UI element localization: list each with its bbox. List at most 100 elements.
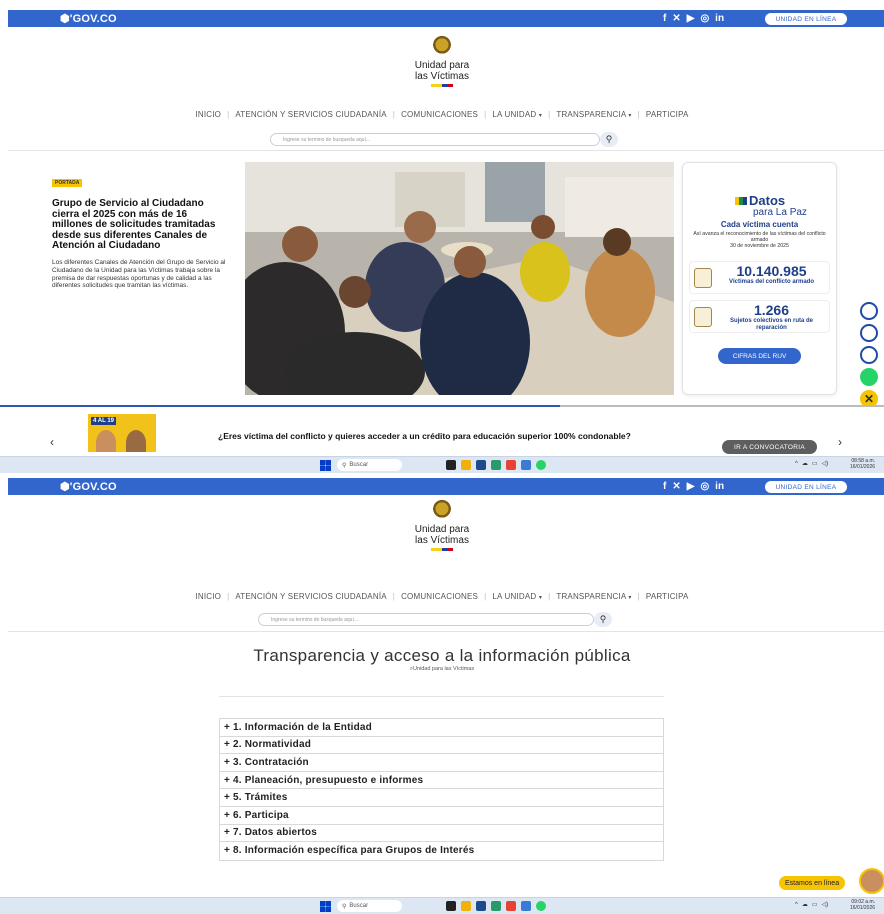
- ir-a-convocatoria-button[interactable]: IR A CONVOCATORIA: [722, 440, 817, 454]
- menu-item-inicio[interactable]: INICIO: [195, 592, 221, 601]
- store-icon[interactable]: [476, 901, 486, 911]
- brand-logo[interactable]: Unidad para las Víctimas: [0, 36, 884, 87]
- search-button[interactable]: ⚲: [600, 132, 618, 147]
- accordion-item-informacion-entidad[interactable]: + 1. Información de la Entidad: [220, 719, 663, 737]
- file-explorer-icon[interactable]: [461, 901, 471, 911]
- page-subtitle: ⌕Unidad para las Víctimas: [0, 666, 884, 673]
- youtube-icon[interactable]: ▶: [687, 481, 695, 492]
- social-links: f ✕ ▶ ◎ in: [663, 13, 724, 24]
- x-icon[interactable]: ✕: [672, 481, 680, 492]
- edge-icon[interactable]: [491, 901, 501, 911]
- edge-icon[interactable]: [491, 460, 501, 470]
- menu-item-participa[interactable]: PARTICIPA: [646, 592, 689, 601]
- bar-chart-icon: [735, 197, 747, 205]
- taskbar-clock[interactable]: 09:02 a.m. 16/01/2026: [850, 899, 875, 911]
- brand-line2: las Víctimas: [415, 535, 469, 546]
- menu-item-la-unidad[interactable]: LA UNIDAD ▾: [492, 592, 542, 601]
- task-view-icon[interactable]: [446, 901, 456, 911]
- chat-online-button[interactable]: Estamos en línea: [779, 876, 846, 890]
- facebook-icon[interactable]: f: [663, 13, 666, 24]
- sign-language-icon[interactable]: [860, 324, 878, 342]
- menu-separator: |: [392, 592, 396, 601]
- instagram-icon[interactable]: ◎: [700, 481, 709, 492]
- task-view-icon[interactable]: [446, 460, 456, 470]
- menu-item-transparencia[interactable]: TRANSPARENCIA ▾: [556, 592, 631, 601]
- accordion-item-participa[interactable]: + 6. Participa: [220, 807, 663, 825]
- unidad-en-linea-button[interactable]: UNIDAD EN LÍNEA: [765, 481, 847, 493]
- windows-start-icon[interactable]: [320, 460, 331, 471]
- chevron-up-icon: ^: [795, 460, 798, 467]
- taskbar-clock[interactable]: 08:58 a.m. 16/01/2026: [850, 458, 875, 470]
- chat-agent-avatar[interactable]: [859, 868, 884, 894]
- carousel-next-button[interactable]: ›: [838, 435, 842, 449]
- taskbar-search[interactable]: ⚲ Buscar: [337, 900, 402, 912]
- system-tray[interactable]: ^ ☁ ▭ ◁): [795, 460, 829, 468]
- taskbar-search[interactable]: ⚲ Buscar: [337, 459, 402, 471]
- carousel-text: ¿Eres víctima del conflicto y quieres ac…: [218, 431, 631, 441]
- unidad-en-linea-button[interactable]: UNIDAD EN LÍNEA: [765, 13, 847, 25]
- datos-para-la-paz-card: Datos para La Paz Cada víctima cuenta As…: [682, 162, 837, 395]
- convocatoria-image[interactable]: 4 AL 19: [88, 414, 156, 452]
- brand-logo[interactable]: Unidad para las Víctimas: [0, 500, 884, 551]
- chrome-icon[interactable]: [506, 901, 516, 911]
- datos-logo: Datos: [735, 193, 785, 208]
- outlook-icon[interactable]: [521, 460, 531, 470]
- main-menu: INICIO | ATENCIÓN Y SERVICIOS CIUDADANÍA |…: [0, 110, 884, 119]
- divider: [8, 631, 884, 632]
- search-input[interactable]: Ingrese su termino de busqueda aquí...: [258, 613, 594, 626]
- volume-icon: ◁): [821, 902, 829, 908]
- news-summary: Los diferentes Canales de Atención del G…: [52, 259, 226, 290]
- x-icon[interactable]: ✕: [672, 13, 680, 24]
- colombia-flag-stripe: [431, 84, 453, 87]
- heart-hands-icon[interactable]: [860, 302, 878, 320]
- chevron-down-icon: ▾: [538, 595, 543, 601]
- whatsapp-icon[interactable]: [860, 368, 878, 386]
- menu-item-la-unidad[interactable]: LA UNIDAD ▾: [492, 110, 542, 119]
- search-input[interactable]: Ingrese su termino de busqueda aquí...: [270, 133, 600, 146]
- system-tray[interactable]: ^ ☁ ▭ ◁): [795, 901, 829, 909]
- accordion-item-planeacion[interactable]: + 4. Planeación, presupuesto e informes: [220, 772, 663, 790]
- news-headline[interactable]: Grupo de Servicio al Ciudadano cierra el…: [52, 198, 230, 252]
- menu-item-label: TRANSPARENCIA: [556, 110, 626, 119]
- whatsapp-icon[interactable]: [536, 460, 546, 470]
- search-button[interactable]: ⚲: [594, 612, 612, 627]
- chrome-icon[interactable]: [506, 460, 516, 470]
- file-explorer-icon[interactable]: [461, 460, 471, 470]
- gov-top-bar: ⬢'GOV.CO f ✕ ▶ ◎ in UNIDAD EN LÍNEA: [8, 478, 884, 495]
- menu-item-atencion[interactable]: ATENCIÓN Y SERVICIOS CIUDADANÍA: [235, 592, 386, 601]
- windows-start-icon[interactable]: [320, 901, 331, 912]
- stat-number: 1.266: [753, 302, 790, 318]
- gov-co-logo[interactable]: ⬢'GOV.CO: [60, 480, 117, 493]
- onedrive-icon: ☁: [801, 461, 808, 467]
- menu-item-inicio[interactable]: INICIO: [195, 110, 221, 119]
- menu-item-transparencia[interactable]: TRANSPARENCIA ▾: [556, 110, 631, 119]
- chevron-down-icon: ▾: [628, 113, 632, 119]
- linkedin-icon[interactable]: in: [715, 13, 724, 24]
- menu-item-comunicaciones[interactable]: COMUNICACIONES: [401, 110, 478, 119]
- accordion-item-normatividad[interactable]: + 2. Normatividad: [220, 737, 663, 755]
- whatsapp-icon[interactable]: [536, 901, 546, 911]
- accordion-item-datos-abiertos[interactable]: + 7. Datos abiertos: [220, 825, 663, 843]
- facebook-icon[interactable]: f: [663, 481, 666, 492]
- accordion-item-contratacion[interactable]: + 3. Contratación: [220, 754, 663, 772]
- main-menu: INICIO | ATENCIÓN Y SERVICIOS CIUDADANÍA |…: [0, 592, 884, 601]
- carousel-prev-button[interactable]: ‹: [50, 435, 54, 449]
- gov-top-bar: ⬢'GOV.CO f ✕ ▶ ◎ in UNIDAD EN LÍNEA: [8, 10, 884, 27]
- gov-co-logo[interactable]: ⬢'GOV.CO: [60, 12, 117, 25]
- store-icon[interactable]: [476, 460, 486, 470]
- cifras-del-ruv-button[interactable]: CIFRAS DEL RUV: [718, 348, 801, 364]
- news-photo[interactable]: [245, 162, 674, 395]
- menu-separator: |: [548, 110, 551, 119]
- accordion-item-grupos-interes[interactable]: + 8. Información específica para Grupos …: [220, 842, 663, 860]
- accordion-item-tramites[interactable]: + 5. Trámites: [220, 789, 663, 807]
- menu-item-atencion[interactable]: ATENCIÓN Y SERVICIOS CIUDADANÍA: [235, 110, 386, 119]
- linkedin-icon[interactable]: in: [715, 481, 724, 492]
- menu-item-participa[interactable]: PARTICIPA: [646, 110, 689, 119]
- menu-item-comunicaciones[interactable]: COMUNICACIONES: [401, 592, 478, 601]
- youtube-icon[interactable]: ▶: [687, 13, 695, 24]
- chat-bubble-icon[interactable]: [860, 346, 878, 364]
- outlook-icon[interactable]: [521, 901, 531, 911]
- onedrive-icon: ☁: [801, 902, 808, 908]
- instagram-icon[interactable]: ◎: [700, 13, 709, 24]
- volume-icon: ◁): [821, 461, 829, 467]
